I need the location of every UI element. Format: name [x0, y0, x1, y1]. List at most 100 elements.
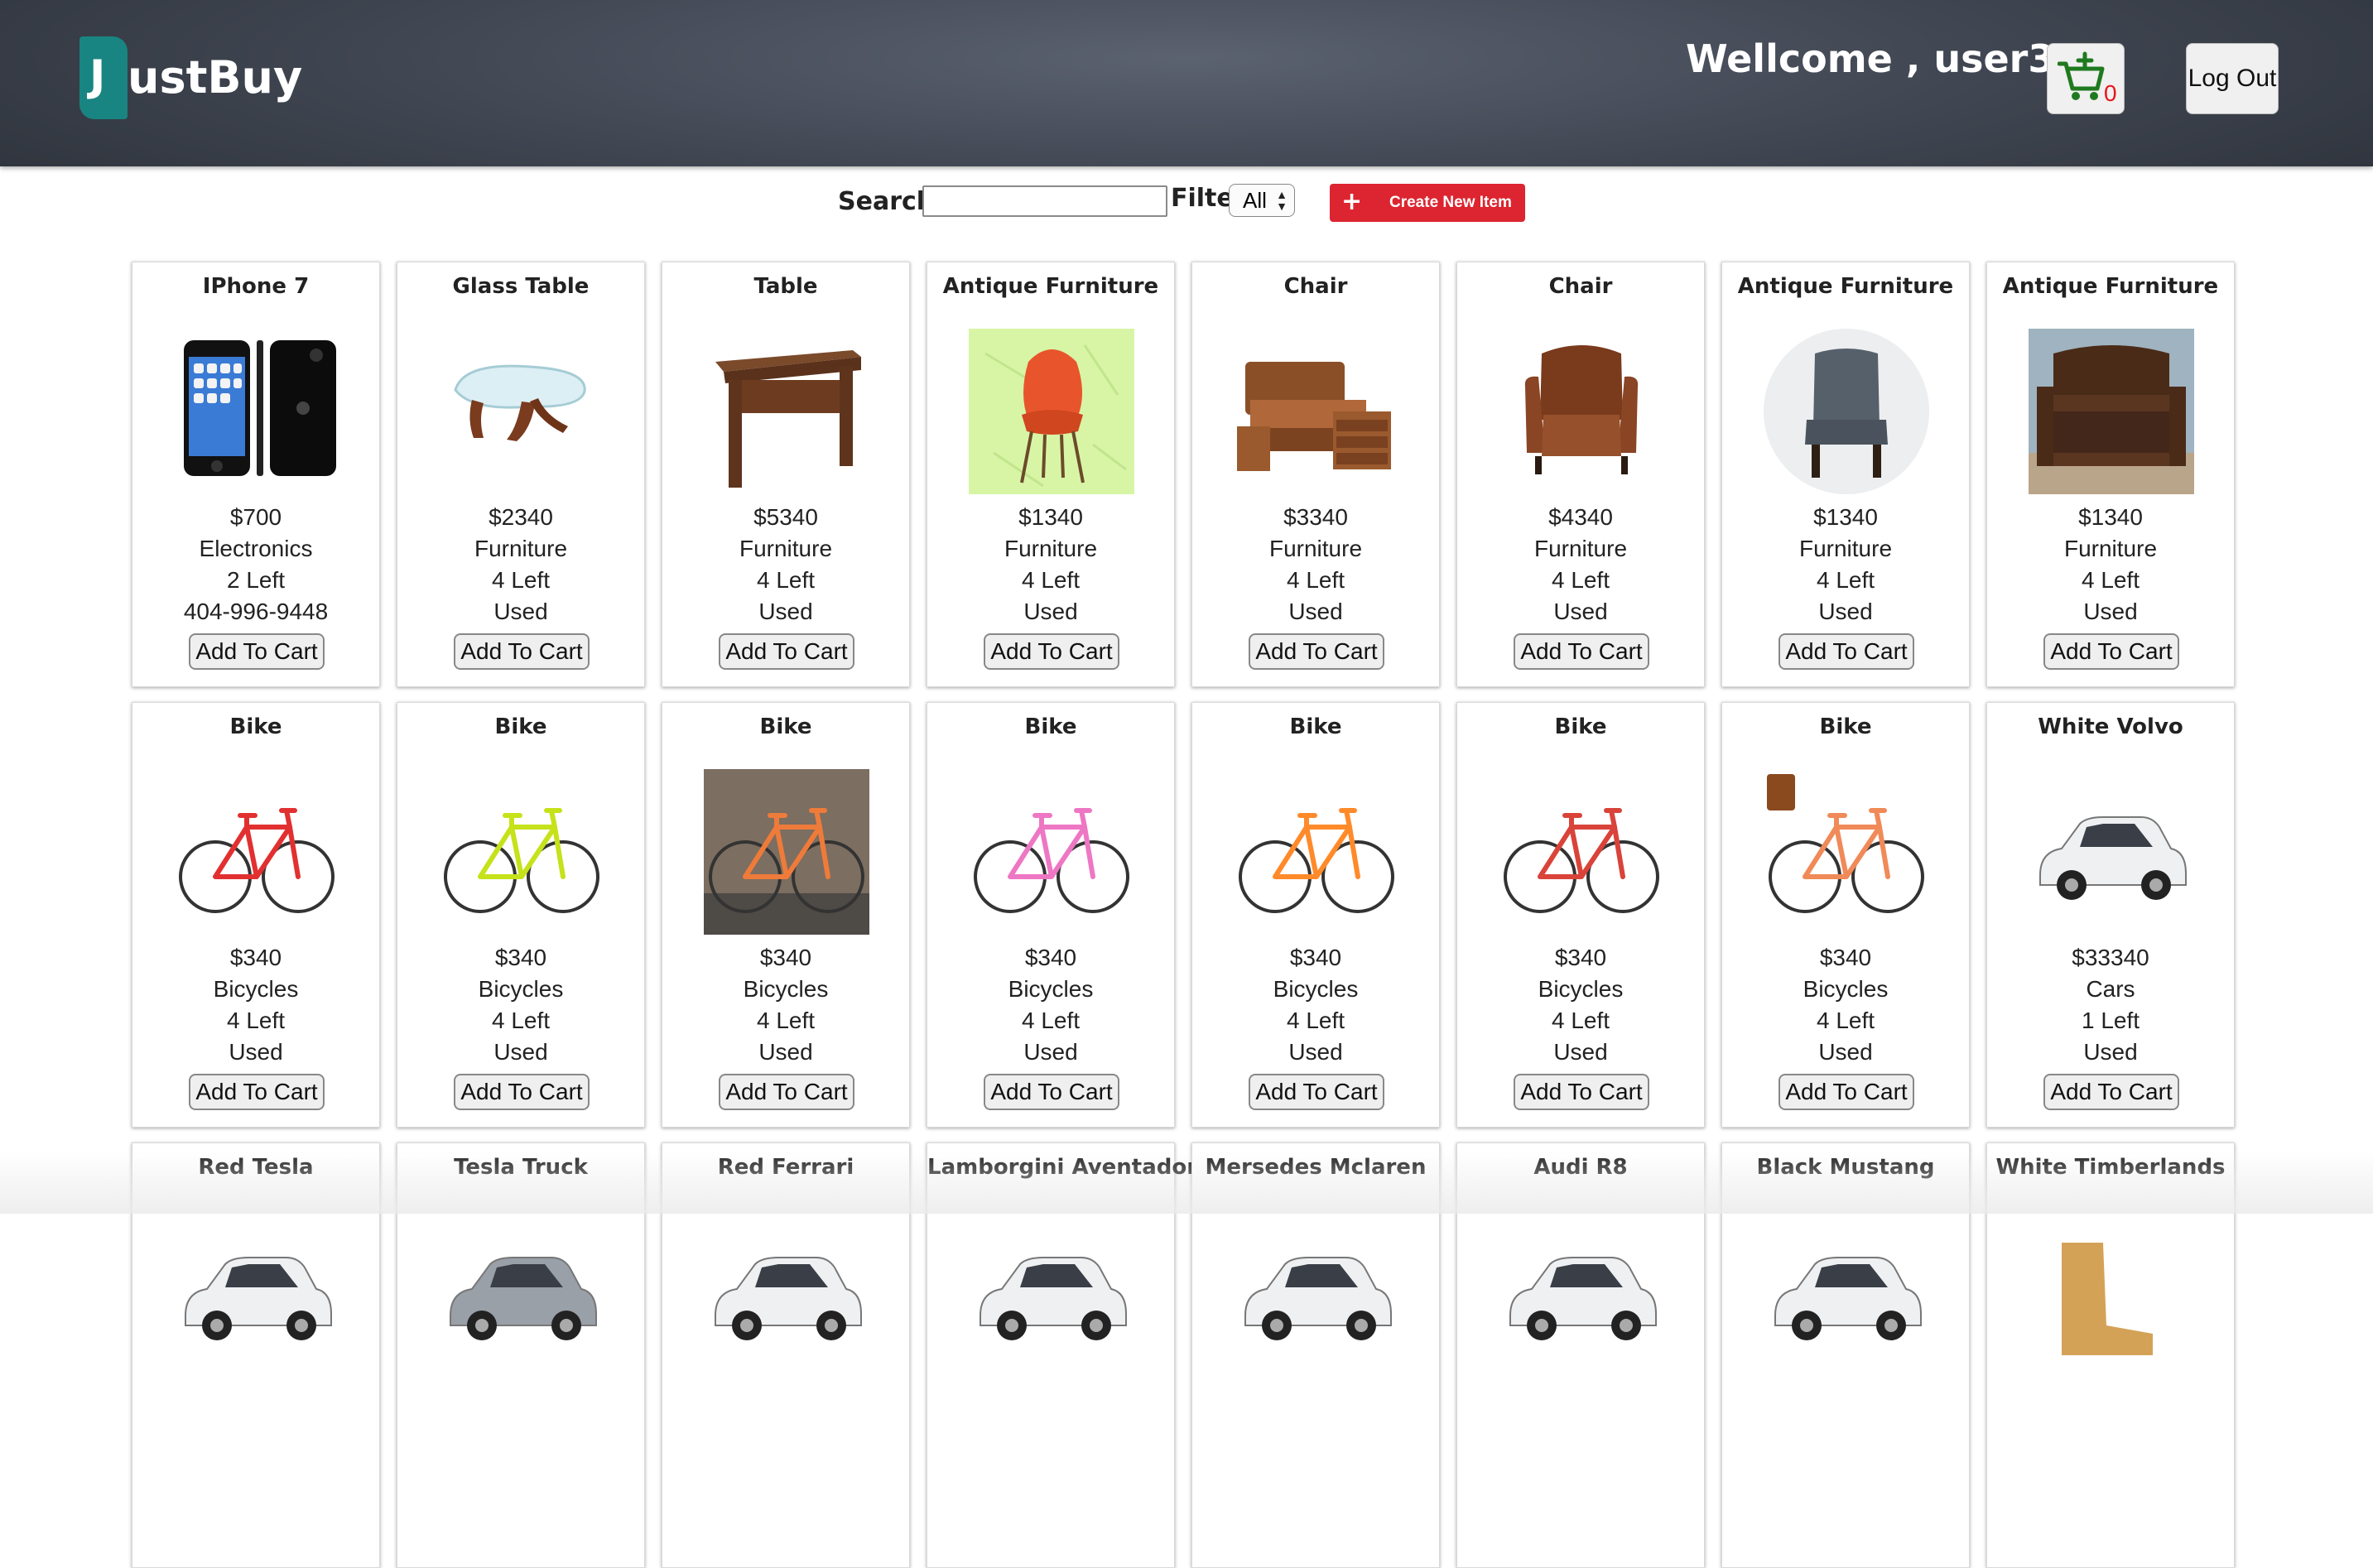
- product-price: $340: [1554, 945, 1607, 970]
- orange-chair-image: [969, 329, 1134, 494]
- add-to-cart-button[interactable]: Add To Cart: [1249, 633, 1384, 670]
- add-to-cart-button[interactable]: Add To Cart: [2043, 633, 2179, 670]
- product-title: Antique Furniture: [1737, 274, 1954, 299]
- product-price: $340: [494, 945, 547, 970]
- product-title: White Volvo: [2038, 714, 2183, 739]
- product-title: Glass Table: [452, 274, 590, 299]
- product-title: Bike: [1554, 714, 1607, 739]
- product-stock: 2 Left: [226, 567, 286, 593]
- product-card[interactable]: Bike $340 Bicycles 4 Left Used Add To Cart: [1191, 702, 1440, 1128]
- product-card[interactable]: Table $5340 Furniture 4 Left Used Add To Car…: [662, 262, 910, 687]
- add-to-cart-button[interactable]: Add To Cart: [454, 633, 590, 670]
- add-to-cart-button[interactable]: Add To Cart: [984, 633, 1119, 670]
- product-title: Mersedes Mclaren: [1205, 1155, 1427, 1180]
- add-to-cart-button[interactable]: Add To Cart: [984, 1074, 1119, 1110]
- add-to-cart-button[interactable]: Add To Cart: [189, 1074, 325, 1110]
- add-to-cart-button[interactable]: Add To Cart: [719, 1074, 854, 1110]
- product-condition: Used: [493, 1039, 548, 1065]
- add-to-cart-button[interactable]: Add To Cart: [1779, 633, 1914, 670]
- antique-bench-image: [2029, 329, 2194, 494]
- add-to-cart-button[interactable]: Add To Cart: [1779, 1074, 1914, 1110]
- product-condition: Used: [493, 599, 548, 624]
- product-condition: Used: [1553, 599, 1608, 624]
- product-category: Bicycles: [213, 976, 299, 1002]
- truck-image: [439, 1210, 604, 1375]
- product-condition: Used: [1288, 1039, 1343, 1065]
- add-to-cart-button[interactable]: Add To Cart: [1249, 1074, 1384, 1110]
- product-condition: Used: [2083, 599, 2138, 624]
- product-condition: Used: [758, 599, 813, 624]
- product-title: Chair: [1548, 274, 1613, 299]
- product-card[interactable]: Glass Table $2340 Furniture 4 Left Used Add …: [397, 262, 645, 687]
- product-condition: Used: [758, 1039, 813, 1065]
- add-to-cart-button[interactable]: Add To Cart: [2043, 1074, 2179, 1110]
- product-card[interactable]: Bike $340 Bicycles 4 Left Used Add To Cart: [132, 702, 380, 1128]
- product-title: IPhone 7: [202, 274, 310, 299]
- product-card[interactable]: Tesla Truck: [397, 1142, 645, 1568]
- product-stock: 4 Left: [756, 567, 816, 593]
- create-new-item-button[interactable]: + Create New Item: [1330, 184, 1525, 222]
- product-price: $1340: [2078, 504, 2143, 530]
- product-category: Furniture: [1268, 536, 1363, 561]
- add-to-cart-button[interactable]: Add To Cart: [1514, 1074, 1649, 1110]
- product-card[interactable]: Red Ferrari: [662, 1142, 910, 1568]
- product-card[interactable]: Audi R8: [1456, 1142, 1705, 1568]
- product-card[interactable]: White Timberlands: [1986, 1142, 2235, 1568]
- bike-image: [1234, 769, 1399, 935]
- boots-image: [2029, 1210, 2194, 1375]
- product-condition: Used: [1818, 599, 1873, 624]
- product-card[interactable]: Bike $340 Bicycles 4 Left Used Add To Cart: [1456, 702, 1705, 1128]
- product-card[interactable]: Chair $3340 Furniture 4 Left Used Add To Car…: [1191, 262, 1440, 687]
- product-stock: 4 Left: [1816, 1008, 1875, 1033]
- filter-selected-value: All: [1243, 187, 1267, 213]
- product-title: Chair: [1283, 274, 1348, 299]
- table-image: [704, 329, 869, 494]
- product-card[interactable]: Bike $340 Bicycles 4 Left Used Add To Cart: [927, 702, 1175, 1128]
- product-card[interactable]: IPhone 7 $700 Electronics 2 Left 404-996-94…: [132, 262, 380, 687]
- filter-select[interactable]: All ▲ ▼: [1229, 184, 1295, 217]
- product-card[interactable]: Mersedes Mclaren: [1191, 1142, 1440, 1568]
- logout-button[interactable]: Log Out: [2186, 43, 2279, 114]
- product-price: $1340: [1813, 504, 1878, 530]
- product-category: Furniture: [474, 536, 568, 561]
- add-to-cart-button[interactable]: Add To Cart: [189, 633, 325, 670]
- product-card[interactable]: Chair $4340 Furniture 4 Left Used Add To Car…: [1456, 262, 1705, 687]
- product-stock: 4 Left: [226, 1008, 286, 1033]
- select-arrows-icon: ▲ ▼: [1276, 188, 1288, 213]
- cart-icon: [2058, 51, 2105, 100]
- car-image: [704, 1210, 869, 1375]
- product-title: Bike: [1289, 714, 1342, 739]
- product-card[interactable]: Bike $340 Bicycles 4 Left Used Add To Cart: [662, 702, 910, 1128]
- product-card[interactable]: Bike $340 Bicycles 4 Left Used Add To Cart: [397, 702, 645, 1128]
- cart-button[interactable]: 0: [2047, 43, 2125, 114]
- add-to-cart-button[interactable]: Add To Cart: [454, 1074, 590, 1110]
- product-title: Red Tesla: [198, 1155, 314, 1180]
- product-price: $340: [1289, 945, 1342, 970]
- product-card[interactable]: Lamborgini Aventador: [927, 1142, 1197, 1568]
- search-input[interactable]: [922, 185, 1167, 217]
- product-card[interactable]: Antique Furniture $1340 Furniture 4 Left Us…: [1986, 262, 2235, 687]
- product-title: Audi R8: [1533, 1155, 1628, 1180]
- car-image: [1764, 1210, 1929, 1375]
- product-price: $340: [229, 945, 282, 970]
- car-image: [1234, 1210, 1399, 1375]
- car-image: [174, 1210, 339, 1375]
- product-card[interactable]: Antique Furniture $1340 Furniture 4 Left Us…: [927, 262, 1175, 687]
- logo-text: ustBuy: [128, 51, 303, 103]
- product-card[interactable]: Black Mustang: [1721, 1142, 1970, 1568]
- product-category: Furniture: [1004, 536, 1098, 561]
- product-card[interactable]: White Volvo $33340 Cars 1 Left Used Add To C…: [1986, 702, 2235, 1128]
- bike-image: [969, 769, 1134, 935]
- product-price: $2340: [489, 504, 553, 530]
- add-to-cart-button[interactable]: Add To Cart: [719, 633, 854, 670]
- bike-image: [439, 769, 604, 935]
- product-card[interactable]: Antique Furniture $1340 Furniture 4 Left Us…: [1721, 262, 1970, 687]
- add-to-cart-button[interactable]: Add To Cart: [1514, 633, 1649, 670]
- product-title: Bike: [1024, 714, 1077, 739]
- product-card[interactable]: Bike $340 Bicycles 4 Left Used Add To Cart: [1721, 702, 1970, 1128]
- car-image: [969, 1210, 1134, 1375]
- product-title: Red Ferrari: [717, 1155, 854, 1180]
- create-new-item-label: Create New Item: [1389, 194, 1512, 211]
- product-card[interactable]: Red Tesla: [132, 1142, 380, 1568]
- product-condition: Used: [1023, 599, 1078, 624]
